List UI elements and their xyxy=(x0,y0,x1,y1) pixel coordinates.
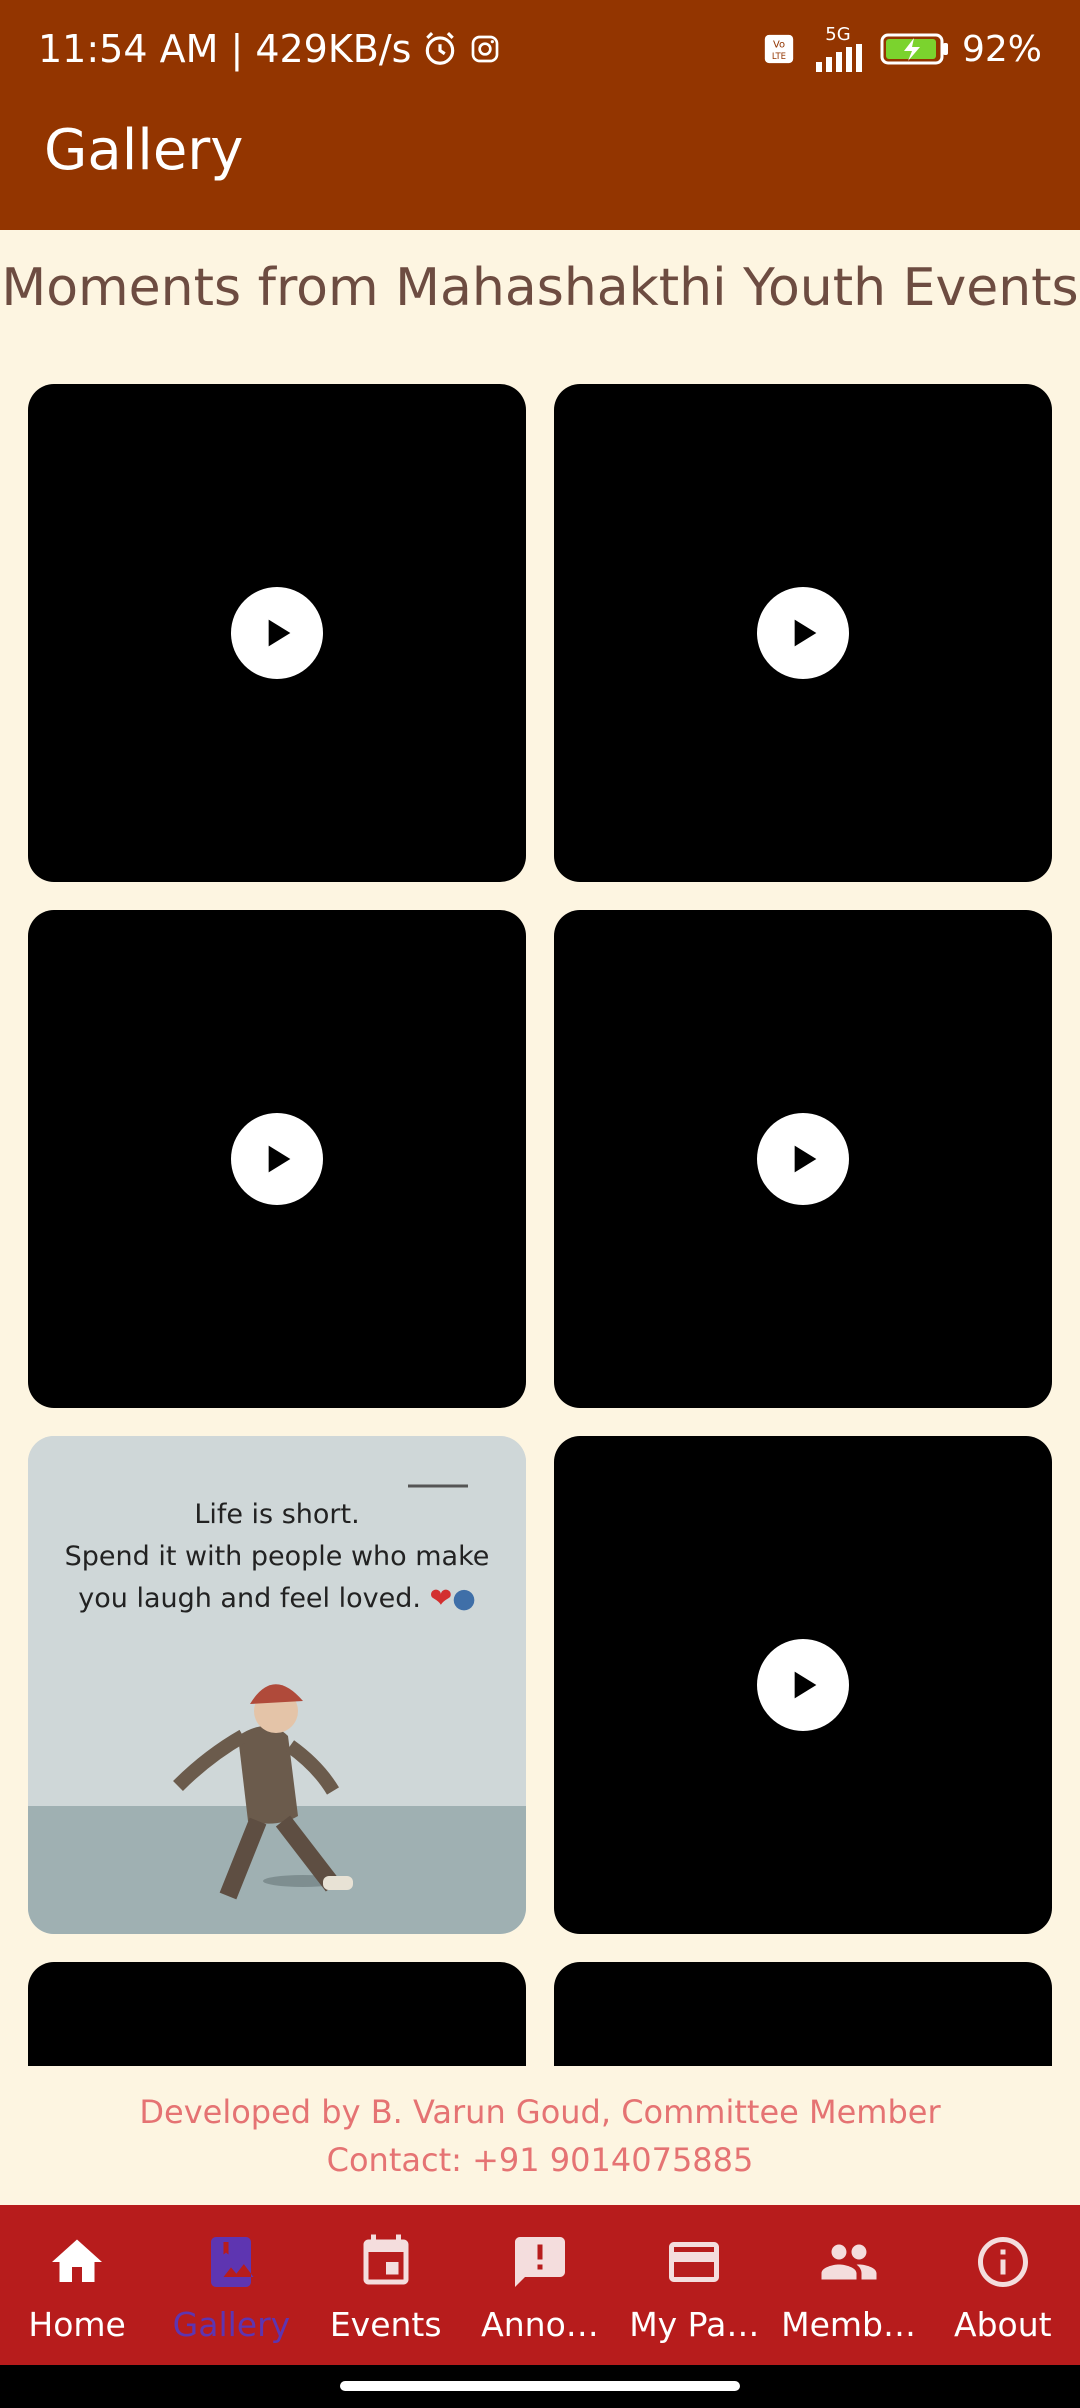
image-tile[interactable]: Life is short. Spend it with people who … xyxy=(28,1436,526,1934)
footer-credits: Developed by B. Varun Goud, Committee Me… xyxy=(0,2088,1080,2184)
quote-text: Life is short. Spend it with people who … xyxy=(64,1499,490,1614)
photo-album-icon xyxy=(201,2227,261,2297)
play-icon[interactable] xyxy=(231,1113,323,1205)
alarm-icon xyxy=(421,30,459,68)
home-indicator[interactable] xyxy=(340,2381,740,2391)
video-tile[interactable] xyxy=(554,1436,1052,1934)
status-time-speed: 11:54 AM | 429KB/s xyxy=(38,27,412,71)
instagram-icon xyxy=(469,33,501,65)
nav-about[interactable]: About xyxy=(926,2205,1080,2365)
gallery-grid: Life is short. Spend it with people who … xyxy=(0,370,1080,2066)
battery-icon xyxy=(880,32,950,66)
app-bar: 11:54 AM | 429KB/s Vo LTE 5G 92% Gallery xyxy=(0,0,1080,230)
contact-info: Contact: +91 9014075885 xyxy=(326,2141,754,2179)
play-icon[interactable] xyxy=(757,1639,849,1731)
developer-credit: Developed by B. Varun Goud, Committee Me… xyxy=(139,2093,941,2131)
status-bar: 11:54 AM | 429KB/s Vo LTE 5G 92% xyxy=(0,0,1080,98)
signal-icon xyxy=(808,44,868,72)
nav-gallery[interactable]: Gallery xyxy=(154,2205,308,2365)
nav-my-payments[interactable]: My Pa… xyxy=(617,2205,771,2365)
volte-icon: Vo LTE xyxy=(762,32,796,66)
nav-home[interactable]: Home xyxy=(0,2205,154,2365)
play-icon[interactable] xyxy=(757,1113,849,1205)
play-icon[interactable] xyxy=(231,587,323,679)
bottom-navigation: Home Gallery Events Anno… My Pa… Memb… A… xyxy=(0,2205,1080,2365)
home-icon xyxy=(47,2227,107,2297)
system-navigation-bar xyxy=(0,2365,1080,2408)
page-title: Gallery xyxy=(44,118,244,183)
announcement-icon xyxy=(510,2227,570,2297)
svg-text:Vo: Vo xyxy=(773,40,785,51)
nav-members[interactable]: Memb… xyxy=(771,2205,925,2365)
video-tile[interactable] xyxy=(28,1962,526,2066)
battery-percent: 92% xyxy=(961,28,1042,70)
play-icon[interactable] xyxy=(757,587,849,679)
video-tile[interactable] xyxy=(554,910,1052,1408)
people-icon xyxy=(819,2227,879,2297)
video-tile[interactable] xyxy=(28,910,526,1408)
video-tile[interactable] xyxy=(554,1962,1052,2066)
video-tile[interactable] xyxy=(28,384,526,882)
video-tile[interactable] xyxy=(554,384,1052,882)
svg-text:LTE: LTE xyxy=(772,52,786,62)
nav-announcements[interactable]: Anno… xyxy=(463,2205,617,2365)
payment-card-icon xyxy=(664,2227,724,2297)
network-type: 5G xyxy=(825,24,851,45)
nav-events[interactable]: Events xyxy=(309,2205,463,2365)
info-icon xyxy=(973,2227,1033,2297)
gallery-subtitle: Moments from Mahashakthi Youth Events xyxy=(1,258,1079,318)
calendar-icon xyxy=(356,2227,416,2297)
